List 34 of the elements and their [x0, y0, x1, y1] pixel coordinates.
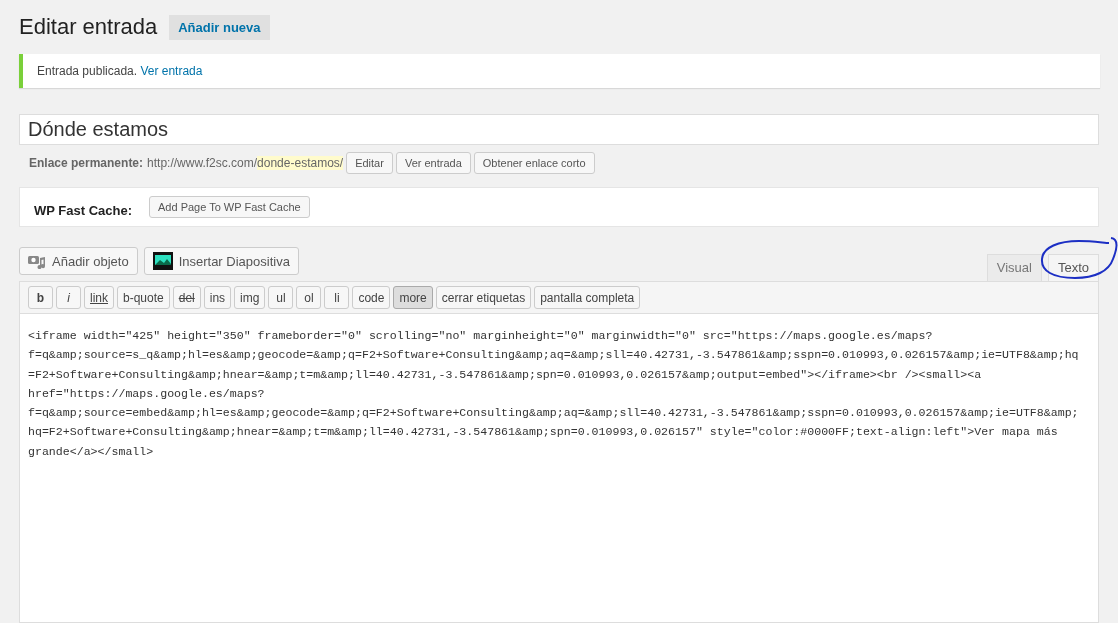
camera-music-icon	[28, 253, 46, 269]
code-editor[interactable]: <iframe width="425" height="350" frameborder="0" scrolling="no" marginheight="0" marginwidth="0" src="https://maps.google.es/maps? f=q&amp;source=s_q&amp;hl=es&amp;geocode=&amp;q=F2+Software+Consulting&amp;aq=&amp;sll=40.42731,-3.547861&amp;sspn=0.010993,0.026157&amp;ie=UTF8&amp;hq =F2+Software+Consulting&amp;hnear=&amp;t=m&amp;ll=40.42731,-3.547861&amp;spn=0.010993,0.026157&amp;output=embed"></iframe><br /><small><a href="https://maps.google.es/maps? f=q&amp;source=embed&amp;hl=es&amp;geocode=&amp;q=F2+Software+Consulting&amp;aq=&amp;sll=40.42731,-3.547861&amp;sspn=0.010993,0.026157&amp;ie=UTF8&amp; hq=F2+Software+Consulting&amp;hnear=&amp;t=m&amp;ll=40.42731,-3.547861&amp;spn=0.010993,0.026157" style="color:#0000FF;text-align:left">Ver mapa más grande</a></small>	[19, 314, 1099, 623]
editor-tab[interactable]: Visual	[986, 254, 1042, 281]
permalink-button[interactable]: Ver entrada	[395, 152, 471, 174]
permalink-slug[interactable]: donde-estamos/	[257, 156, 344, 170]
permalink-url: http://www.f2sc.com/	[147, 156, 258, 170]
quicktag-button[interactable]: pantalla completa	[534, 286, 641, 309]
permalink-label: Enlace permanente:	[29, 156, 144, 170]
insert-slide-button[interactable]: Insertar Diapositiva	[143, 247, 299, 275]
quicktag-button[interactable]: cerrar etiquetas	[435, 286, 532, 309]
quicktag-button[interactable]: ins	[203, 286, 232, 309]
quicktag-button[interactable]: del	[172, 286, 201, 309]
permalink-button[interactable]: Editar	[346, 152, 393, 174]
fast-cache-button[interactable]: Add Page To WP Fast Cache	[149, 196, 310, 218]
quicktag-button[interactable]: ol	[296, 286, 322, 309]
fast-cache-label: WP Fast Cache:	[34, 202, 132, 218]
quicktag-button[interactable]: more	[393, 286, 433, 309]
quicktag-button[interactable]: img	[234, 286, 266, 309]
title-field[interactable]: Dónde estamos	[19, 114, 1099, 145]
view-post-link[interactable]: Ver entrada	[140, 64, 203, 78]
quicktag-button[interactable]: i	[56, 286, 81, 309]
quicktag-button[interactable]: ul	[268, 286, 294, 309]
add-media-button[interactable]: Añadir objeto	[19, 247, 138, 275]
quicktag-button[interactable]: link	[84, 286, 114, 309]
add-new-button[interactable]: Añadir nueva	[169, 14, 270, 40]
quicktag-button[interactable]: b	[28, 286, 53, 309]
permalink-button[interactable]: Obtener enlace corto	[473, 152, 595, 174]
notice-text: Entrada publicada.	[37, 64, 138, 78]
quicktag-button[interactable]: li	[324, 286, 350, 309]
image-icon	[152, 252, 173, 270]
editor-tab[interactable]: Texto	[1047, 254, 1099, 281]
page-title: Editar entrada	[19, 14, 158, 40]
quicktag-button[interactable]: b-quote	[117, 286, 170, 309]
quicktag-button[interactable]: code	[352, 286, 391, 309]
